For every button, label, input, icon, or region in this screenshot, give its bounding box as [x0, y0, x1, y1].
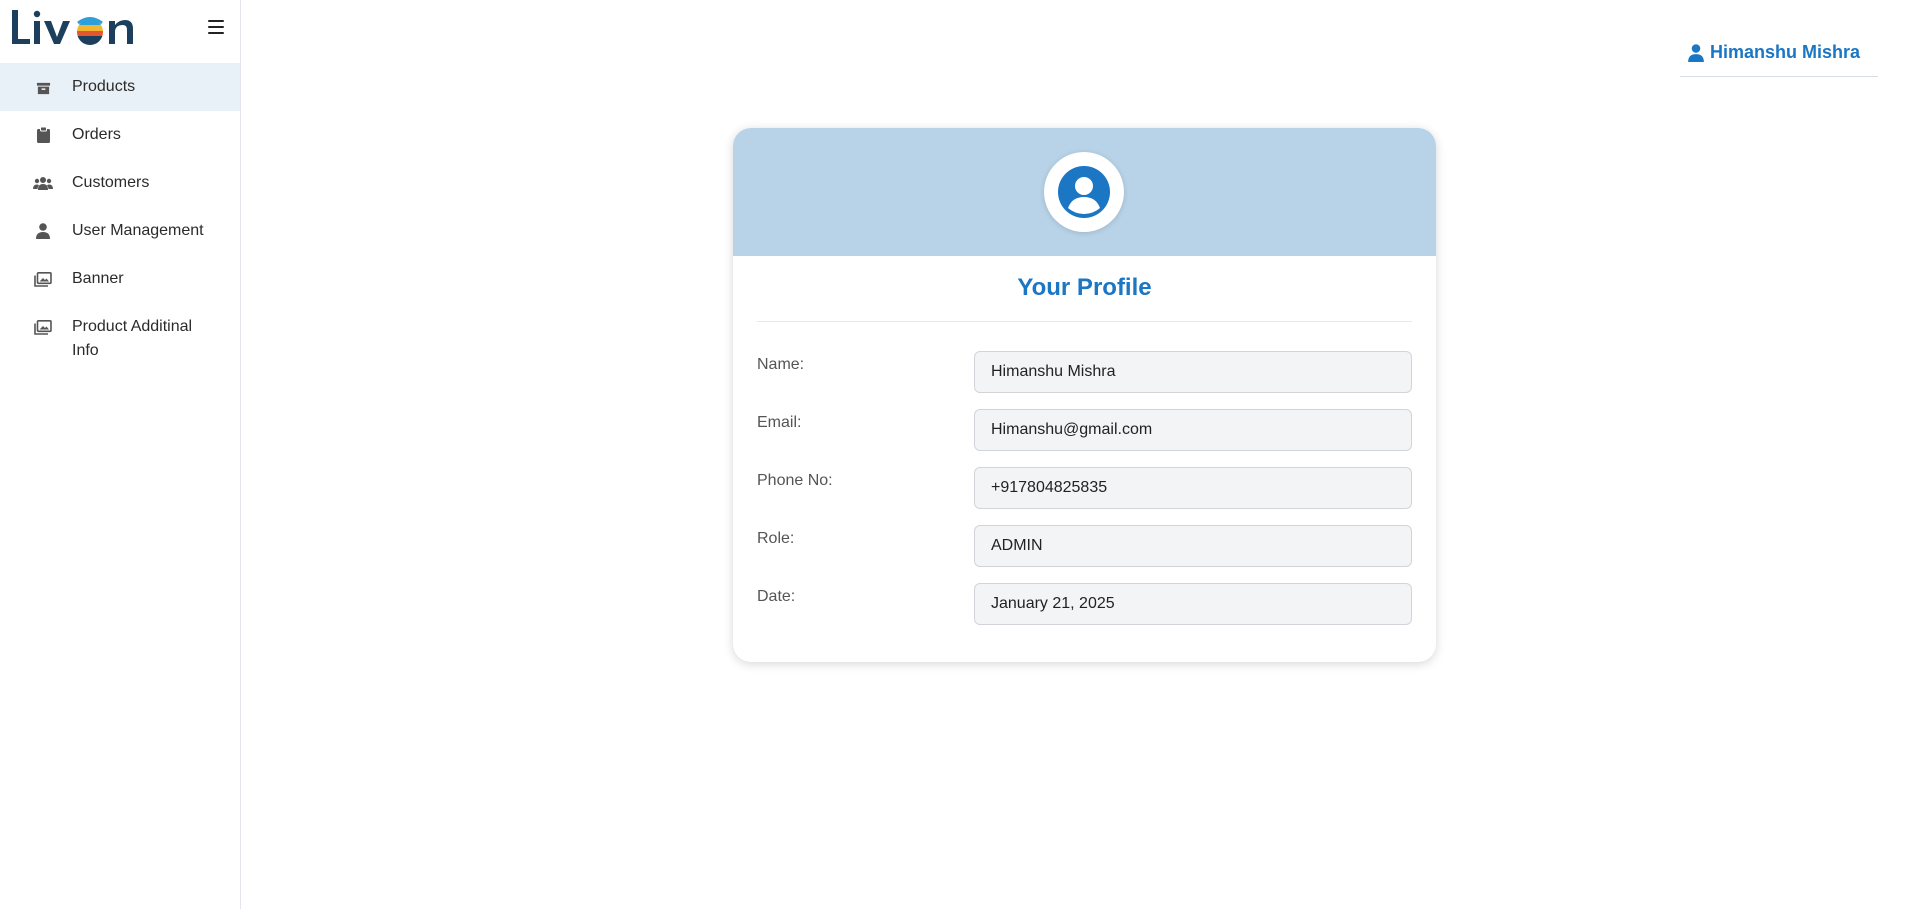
- sidebar-item-user-management[interactable]: User Management: [0, 207, 240, 255]
- sidebar-item-orders[interactable]: Orders: [0, 111, 240, 159]
- phone-label: Phone No:: [757, 472, 833, 489]
- name-field[interactable]: [974, 351, 1412, 393]
- date-field[interactable]: [974, 583, 1412, 625]
- sidebar-item-customers[interactable]: Customers: [0, 159, 240, 207]
- sidebar-item-label: Products: [72, 78, 136, 95]
- sidebar: Products Orders Customers User Managemen…: [0, 0, 241, 909]
- livon-logo[interactable]: [8, 6, 160, 48]
- sidebar-item-banner[interactable]: Banner: [0, 255, 240, 303]
- user-menu[interactable]: Himanshu Mishra: [1680, 40, 1878, 77]
- clipboard-icon: [33, 123, 53, 147]
- avatar: [1044, 152, 1124, 232]
- sidebar-item-label: Product Additinal Info: [72, 318, 193, 359]
- user-name: Himanshu Mishra: [1710, 42, 1861, 62]
- sidebar-item-label: Banner: [72, 270, 124, 287]
- profile-card: Your Profile Name: Email: Phone No: Role…: [733, 128, 1436, 662]
- profile-title: Your Profile: [757, 256, 1412, 322]
- box-icon: [33, 75, 53, 99]
- date-label: Date:: [757, 588, 796, 605]
- role-label: Role:: [757, 530, 795, 547]
- images-icon: [33, 267, 53, 291]
- sidebar-item-label: Customers: [72, 174, 150, 191]
- email-label: Email:: [757, 414, 802, 431]
- hamburger-menu-icon[interactable]: [206, 18, 226, 36]
- profile-fields: Name: Email: Phone No: Role: Date:: [733, 322, 1436, 641]
- sidebar-item-products[interactable]: Products: [0, 63, 240, 111]
- email-field[interactable]: [974, 409, 1412, 451]
- date-row: Date:: [733, 583, 1436, 641]
- sidebar-nav: Products Orders Customers User Managemen…: [0, 63, 240, 375]
- sidebar-item-label: Orders: [72, 126, 121, 143]
- phone-field[interactable]: [974, 467, 1412, 509]
- sidebar-item-product-additional-info[interactable]: Product Additinal Info: [0, 303, 240, 375]
- role-field[interactable]: [974, 525, 1412, 567]
- sidebar-header: [0, 0, 240, 60]
- user-icon: [1688, 44, 1704, 62]
- images-icon: [33, 315, 53, 339]
- sidebar-item-label: User Management: [72, 222, 204, 239]
- name-row: Name:: [733, 351, 1436, 409]
- name-label: Name:: [757, 356, 805, 373]
- person-icon: [33, 219, 53, 243]
- people-icon: [33, 171, 53, 195]
- profile-card-header: [733, 128, 1436, 256]
- email-row: Email:: [733, 409, 1436, 467]
- user-circle-icon: [1058, 166, 1110, 218]
- phone-row: Phone No:: [733, 467, 1436, 525]
- role-row: Role:: [733, 525, 1436, 583]
